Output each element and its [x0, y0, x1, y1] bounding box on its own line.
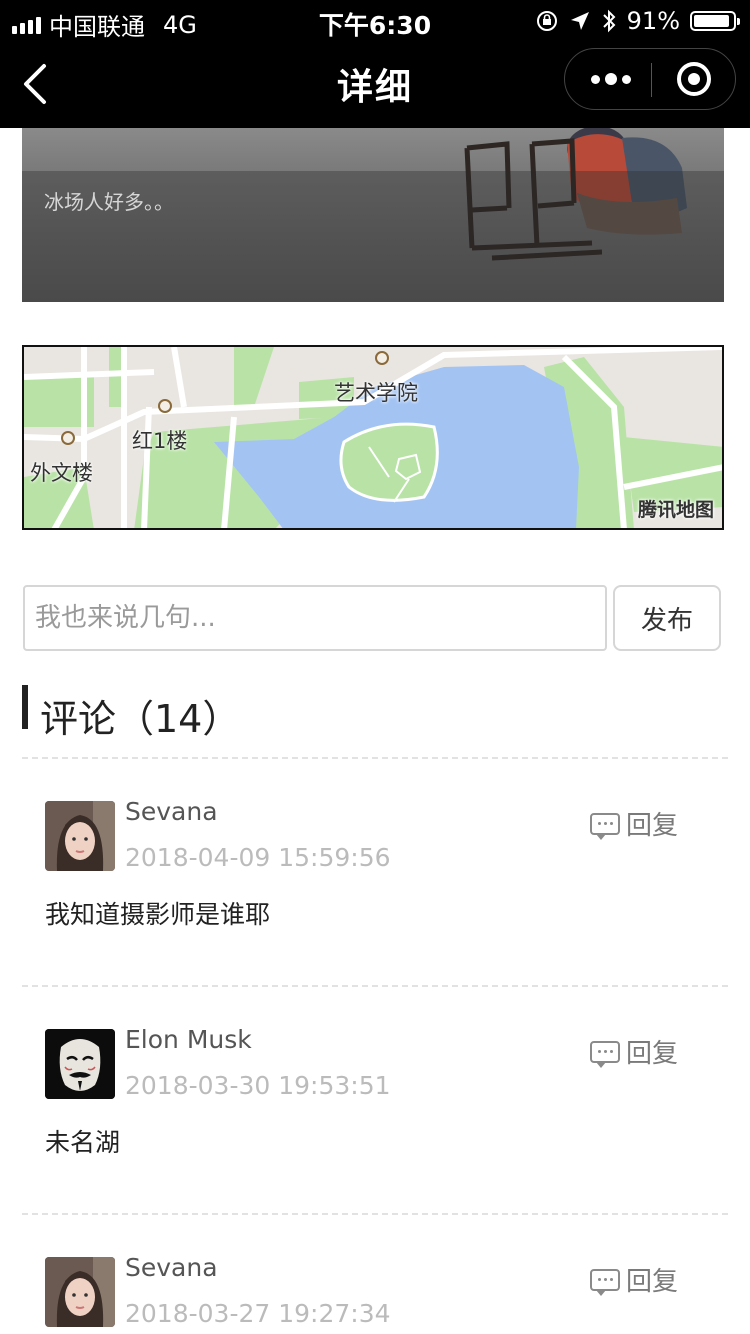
poi-marker[interactable] [158, 399, 172, 413]
bluetooth-icon [602, 9, 616, 33]
divider [22, 757, 728, 759]
avatar[interactable] [45, 1257, 115, 1327]
post-photo[interactable]: 冰场人好多。。 [22, 128, 724, 302]
miniprogram-capsule [564, 48, 736, 110]
avatar-mask-image [45, 1029, 115, 1099]
comments-title: 评论（14） [40, 697, 241, 741]
avatar[interactable] [45, 1029, 115, 1099]
more-dots-icon[interactable] [591, 65, 631, 93]
lock-rotation-icon [536, 11, 557, 31]
comment-author[interactable]: Elon Musk [125, 1025, 252, 1054]
section-accent-bar [22, 685, 28, 729]
avatar-girl-image [45, 1257, 115, 1327]
nav-bar: 详细 [0, 42, 750, 128]
comment-date: 2018-03-30 19:53:51 [125, 1071, 391, 1100]
avatar-girl-image [45, 801, 115, 871]
comment-item: Sevana 2018-04-09 15:59:56 回复 我知道摄影师是谁耶 [0, 787, 750, 1015]
map-provider-logo: 腾讯地图 [637, 499, 714, 521]
map-label-red-building: 红1楼 [132, 429, 188, 453]
comment-item: Sevana 2018-03-27 19:27:34 回复 [0, 1243, 750, 1334]
photo-caption: 冰场人好多。。 [44, 190, 174, 214]
poi-marker[interactable] [61, 431, 75, 445]
divider [22, 1213, 728, 1215]
map-label-art-school: 艺术学院 [334, 381, 418, 405]
capsule-divider [651, 63, 652, 97]
comment-author[interactable]: Sevana [125, 1253, 218, 1282]
comment-text: 我知道摄影师是谁耶 [45, 900, 271, 929]
reply-label: 回复 [626, 1039, 679, 1069]
map-label-foreign-lang: 外文楼 [30, 461, 93, 485]
poi-marker[interactable] [375, 351, 389, 365]
location-arrow-icon [570, 12, 589, 30]
comment-date: 2018-04-09 15:59:56 [125, 843, 391, 872]
reply-button[interactable]: 回复 [590, 1033, 678, 1070]
comment-item: Elon Musk 2018-03-30 19:53:51 回复 未名湖 [0, 1015, 750, 1243]
comment-author[interactable]: Sevana [125, 797, 218, 826]
reply-button[interactable]: 回复 [590, 805, 678, 842]
comment-input[interactable] [25, 587, 605, 649]
comment-date: 2018-03-27 19:27:34 [125, 1299, 391, 1328]
comment-text: 未名湖 [45, 1128, 121, 1157]
comment-bubble-icon [590, 812, 620, 840]
comment-bubble-icon [590, 1268, 620, 1296]
map-tiles [24, 347, 722, 528]
reply-label: 回复 [626, 811, 679, 841]
divider [22, 985, 728, 987]
avatar[interactable] [45, 801, 115, 871]
location-map[interactable]: 艺术学院 红1楼 外文楼 腾讯地图 [22, 345, 724, 530]
status-bar: 中国联通 4G 下午6:30 91% [0, 0, 750, 42]
comment-input-box[interactable] [23, 585, 607, 651]
reply-button[interactable]: 回复 [590, 1261, 678, 1298]
top-bar: 中国联通 4G 下午6:30 91% 详细 [0, 0, 750, 128]
reply-label: 回复 [626, 1267, 679, 1297]
status-right: 91% [535, 7, 740, 35]
publish-button[interactable]: 发布 [613, 585, 721, 651]
target-icon[interactable] [677, 62, 711, 96]
battery-percent: 91% [626, 7, 680, 35]
battery-icon [690, 11, 740, 31]
comment-bubble-icon [590, 1040, 620, 1068]
